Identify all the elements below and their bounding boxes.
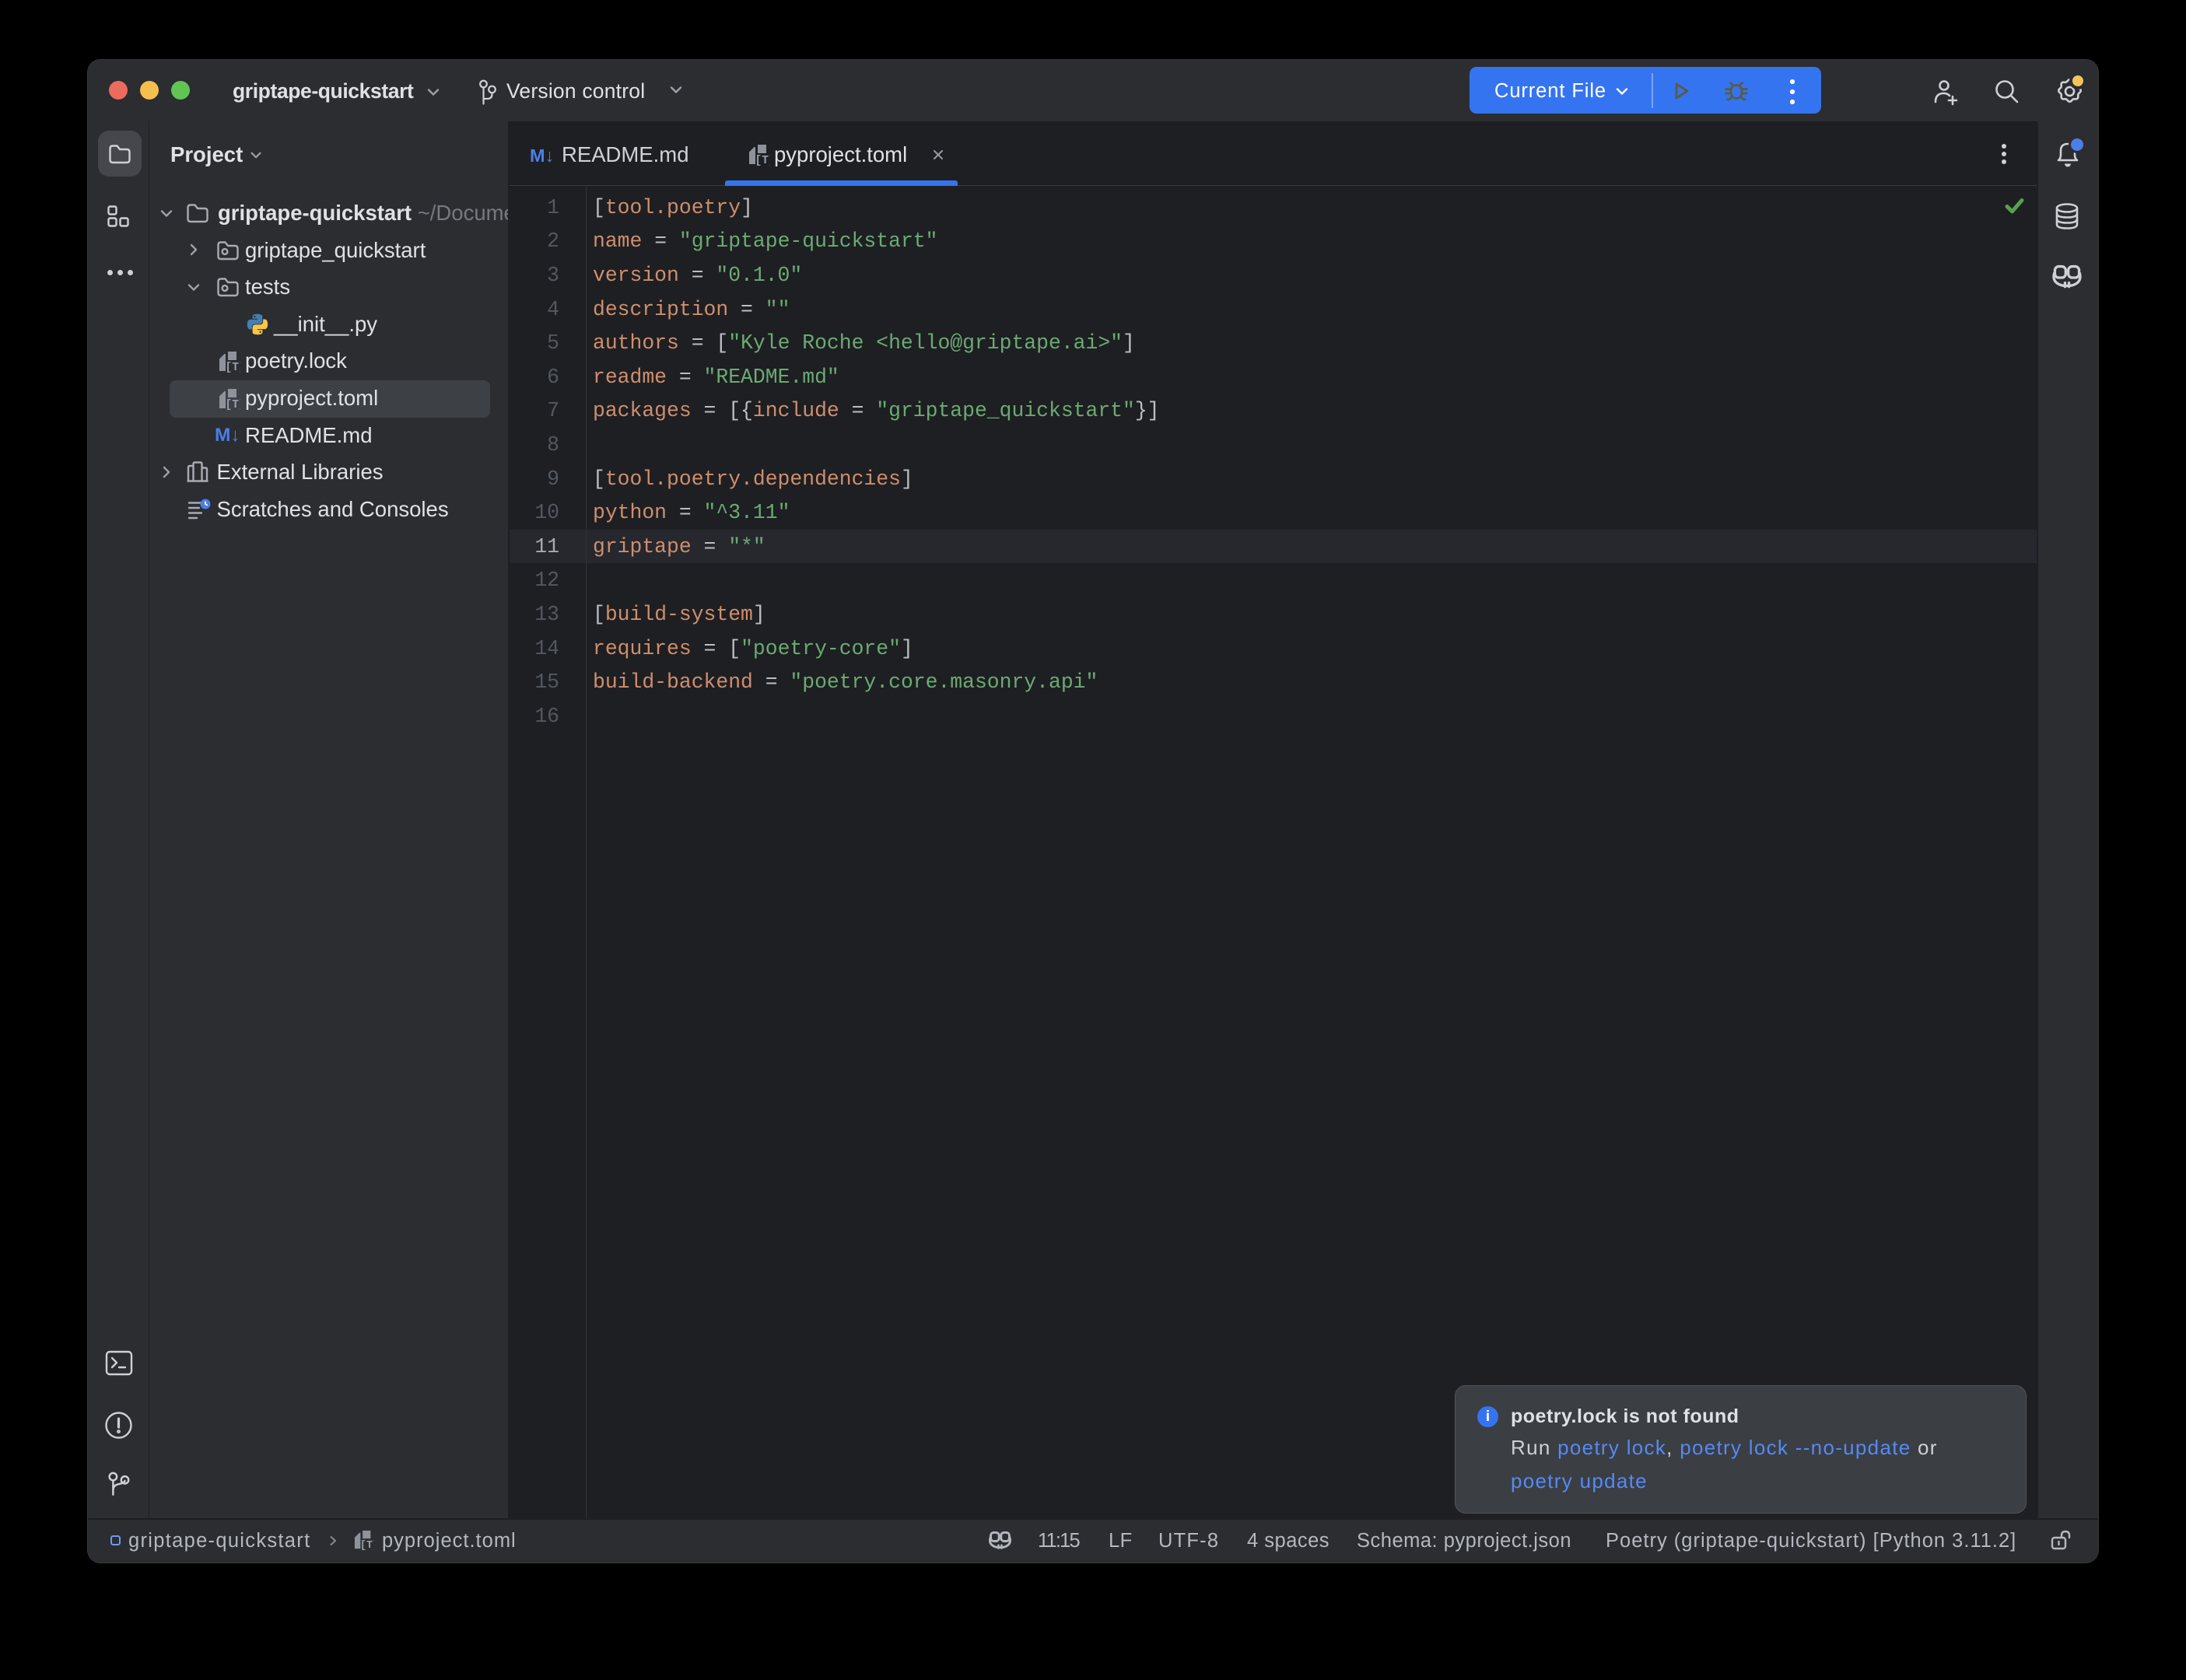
svg-text:[T]: [T]	[755, 155, 771, 166]
svg-text:[T]: [T]	[226, 362, 241, 373]
svg-text:[T]: [T]	[360, 1540, 374, 1551]
svg-text:[T]: [T]	[226, 399, 241, 411]
